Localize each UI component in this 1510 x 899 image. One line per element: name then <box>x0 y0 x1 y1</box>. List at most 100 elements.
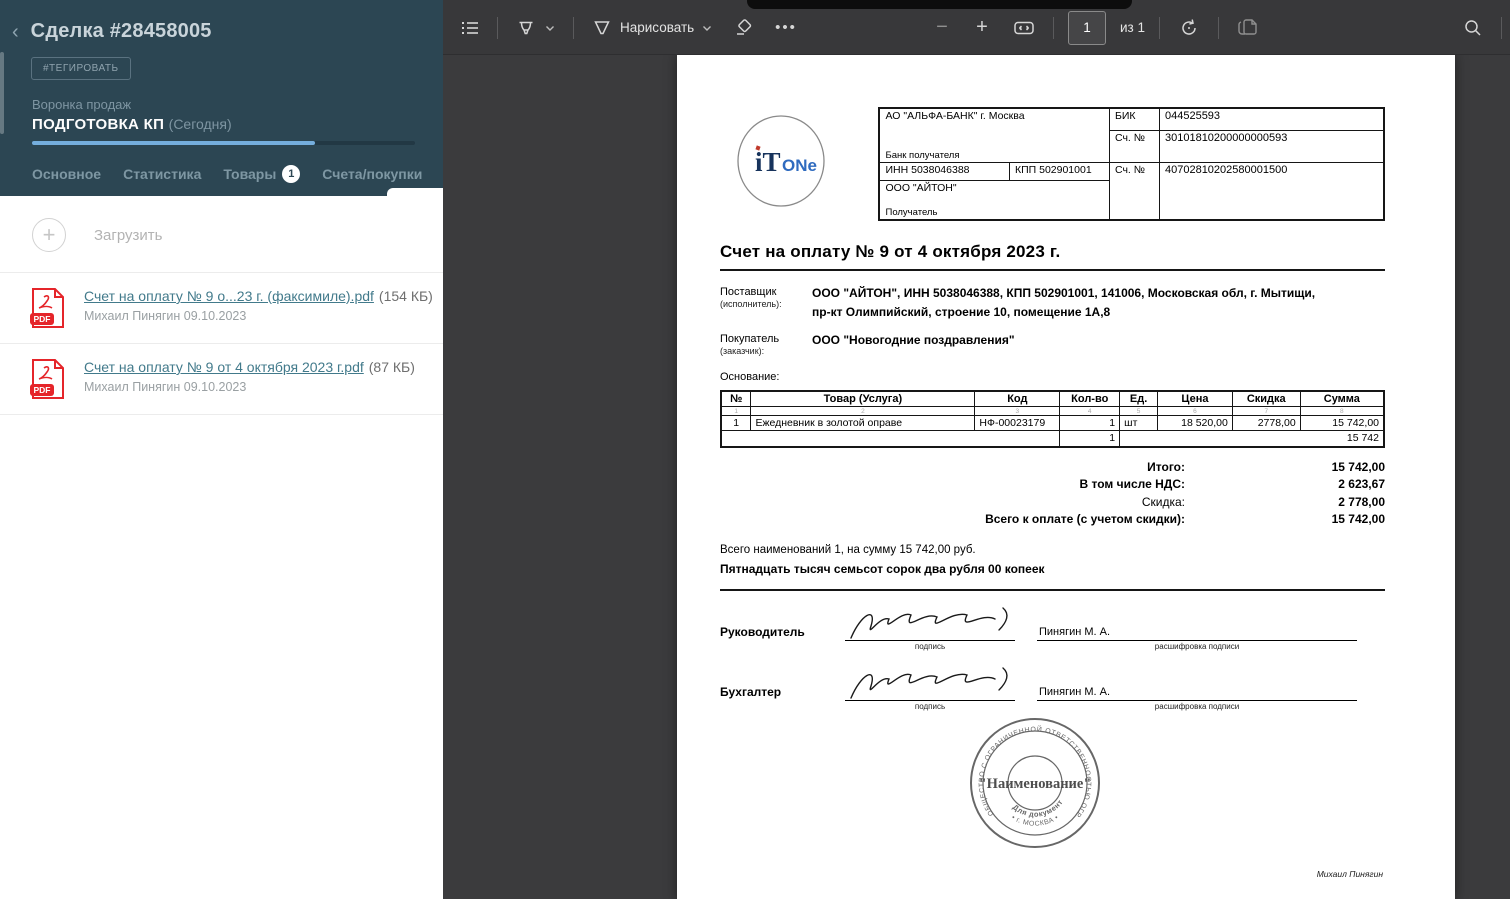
buyer-label: Покупатель <box>720 332 812 346</box>
tab-main[interactable]: Основное <box>32 166 101 182</box>
role-label: Руководитель <box>720 625 845 651</box>
top-window-bar <box>747 0 1132 9</box>
bik-value: 044525593 <box>1159 108 1384 131</box>
more-icon[interactable]: ••• <box>772 12 800 44</box>
account-label: Сч. № <box>1109 162 1159 220</box>
invoice-page: iT ONe АО "АЛЬФА-БАНК" г. Москва Банк по… <box>677 55 1455 899</box>
bik-label: БИК <box>1109 108 1159 131</box>
svg-text:ONe: ONe <box>782 156 817 175</box>
basis-label: Основание: <box>720 371 1385 383</box>
invoice-title: Счет на оплату № 9 от 4 октября 2023 г. <box>720 242 1385 262</box>
signature-stroke <box>845 602 1013 646</box>
org-caption: Получатель <box>885 207 937 218</box>
totals-block: Итого:15 742,00 В том числе НДС:2 623,67… <box>720 459 1385 529</box>
zoom-in-icon[interactable]: + <box>969 12 995 44</box>
page-count-label: из 1 <box>1120 20 1145 35</box>
crm-deal-panel: ‹ Сделка #28458005 #ТЕГИРОВАТЬ Воронка п… <box>0 0 443 899</box>
file-link[interactable]: Счет на оплату № 9 от 4 октября 2023 г.p… <box>84 359 364 375</box>
divider <box>1218 17 1219 39</box>
file-row: PDF Счет на оплату № 9 от 4 октября 2023… <box>0 344 443 414</box>
screen: ‹ Сделка #28458005 #ТЕГИРОВАТЬ Воронка п… <box>0 0 1510 899</box>
svg-text:PDF: PDF <box>34 314 51 324</box>
items-footer-row: 1 15 742 <box>721 431 1384 447</box>
amount-in-words: Пятнадцать тысяч семьсот сорок два рубля… <box>720 562 1385 576</box>
stage-progress-fill <box>32 141 315 145</box>
page-view-icon[interactable] <box>1233 12 1263 44</box>
page-number-input[interactable] <box>1068 11 1106 45</box>
signature-row: Руководитель подпись Пинягин М. А. расши… <box>720 605 1385 651</box>
buyer-value: ООО "Новогодние поздравления" <box>812 331 1015 358</box>
highlighter-button[interactable] <box>512 12 559 44</box>
corr-account-label: Сч. № <box>1109 131 1159 162</box>
divider <box>720 589 1385 591</box>
divider <box>1159 17 1160 39</box>
item-row: 1 Ежедневник в золотой оправе НФ-0002317… <box>721 416 1384 431</box>
supplier-label: Поставщик <box>720 285 812 299</box>
signer-name: Пинягин М. А. <box>1037 681 1357 701</box>
stage-progress-bar[interactable] <box>32 141 415 145</box>
draw-button[interactable]: Нарисовать <box>588 12 716 44</box>
grand-total-value: 15 742,00 <box>1185 511 1385 529</box>
total-label: Итого: <box>720 459 1185 477</box>
vat-value: 2 623,67 <box>1185 476 1385 494</box>
role-label: Бухгалтер <box>720 685 845 711</box>
company-logo: iT ONe <box>720 107 878 221</box>
tab-invoices[interactable]: Счета/покупки <box>322 166 422 182</box>
bank-caption: Банк получателя <box>885 150 959 161</box>
signature-stroke <box>845 662 1013 706</box>
products-count-badge: 1 <box>282 165 300 183</box>
outline-icon[interactable] <box>457 12 483 44</box>
signature-line <box>845 665 1015 701</box>
file-size: (87 КБ) <box>369 359 415 375</box>
upload-button[interactable]: + Загрузить <box>0 196 443 272</box>
draw-label: Нарисовать <box>620 20 694 35</box>
discount-label: Скидка: <box>720 494 1185 512</box>
name-caption: расшифровка подписи <box>1037 641 1357 651</box>
fit-width-icon[interactable] <box>1009 12 1039 44</box>
file-row: PDF Счет на оплату № 9 о...23 г. (факсим… <box>0 273 443 343</box>
buyer-sublabel: (заказчик): <box>720 346 812 358</box>
upload-label: Загрузить <box>94 227 163 244</box>
pdf-document-area[interactable]: iT ONe АО "АЛЬФА-БАНК" г. Москва Банк по… <box>443 56 1510 899</box>
svg-text:PDF: PDF <box>34 385 51 395</box>
pdf-viewer-panel: Нарисовать ••• − + <box>443 0 1510 899</box>
stage-time: (Сегодня) <box>169 116 232 132</box>
account-value: 40702810202580001500 <box>1159 162 1384 220</box>
pipeline-label: Воронка продаж <box>32 97 443 112</box>
tag-button[interactable]: #ТЕГИРОВАТЬ <box>31 57 131 80</box>
column-numbers-row: 1 2 3 4 5 6 7 8 <box>721 407 1384 416</box>
corr-account-value: 30101810200000000593 <box>1159 131 1384 162</box>
plus-icon: + <box>32 218 66 252</box>
supplier-value: ООО "АЙТОН", ИНН 5038046388, КПП 5029010… <box>812 284 1315 321</box>
signature-row: Бухгалтер подпись Пинягин М. А. расшифро… <box>720 665 1385 711</box>
tab-statistics[interactable]: Статистика <box>123 166 201 182</box>
inn-value: ИНН 5038046388 <box>879 162 1009 180</box>
stage-name[interactable]: ПОДГОТОВКА КП <box>32 116 164 133</box>
bank-name: АО "АЛЬФА-БАНК" г. Москва <box>885 110 1104 122</box>
company-stamp: ОБЩЕСТВО С ОГРАНИЧЕННОЙ ОТВЕТСТВЕННОСТЬЮ… <box>965 713 1105 853</box>
supplier-sublabel: (исполнитель): <box>720 299 812 311</box>
signature-line <box>845 605 1015 641</box>
summary-line: Всего наименований 1, на сумму 15 742,00… <box>720 544 1385 556</box>
total-value: 15 742,00 <box>1185 459 1385 477</box>
eraser-icon[interactable] <box>730 12 758 44</box>
items-table: № Товар (Услуга) Код Кол-во Ед. Цена Ски… <box>720 390 1385 448</box>
divider <box>720 269 1385 271</box>
file-link[interactable]: Счет на оплату № 9 о...23 г. (факсимиле)… <box>84 288 374 304</box>
file-size: (154 КБ) <box>379 288 433 304</box>
rotate-icon[interactable] <box>1174 12 1204 44</box>
files-tab-content: + Загрузить PDF Счет на оплату № 9 <box>0 196 443 899</box>
document-author: Михаил Пинягин <box>720 869 1385 879</box>
grand-total-label: Всего к оплате (с учетом скидки): <box>720 511 1185 529</box>
org-name: ООО "АЙТОН" <box>885 182 1104 194</box>
tab-products[interactable]: Товары 1 <box>223 165 300 183</box>
vat-label: В том числе НДС: <box>720 476 1185 494</box>
zoom-out-icon[interactable]: − <box>929 12 955 44</box>
scrollbar-thumb[interactable] <box>0 52 4 134</box>
search-icon[interactable] <box>1459 12 1487 44</box>
back-button[interactable]: ‹ <box>10 22 21 42</box>
divider <box>1501 17 1502 39</box>
chevron-down-icon <box>544 22 556 34</box>
pdf-file-icon: PDF <box>30 358 66 400</box>
divider <box>573 17 574 39</box>
